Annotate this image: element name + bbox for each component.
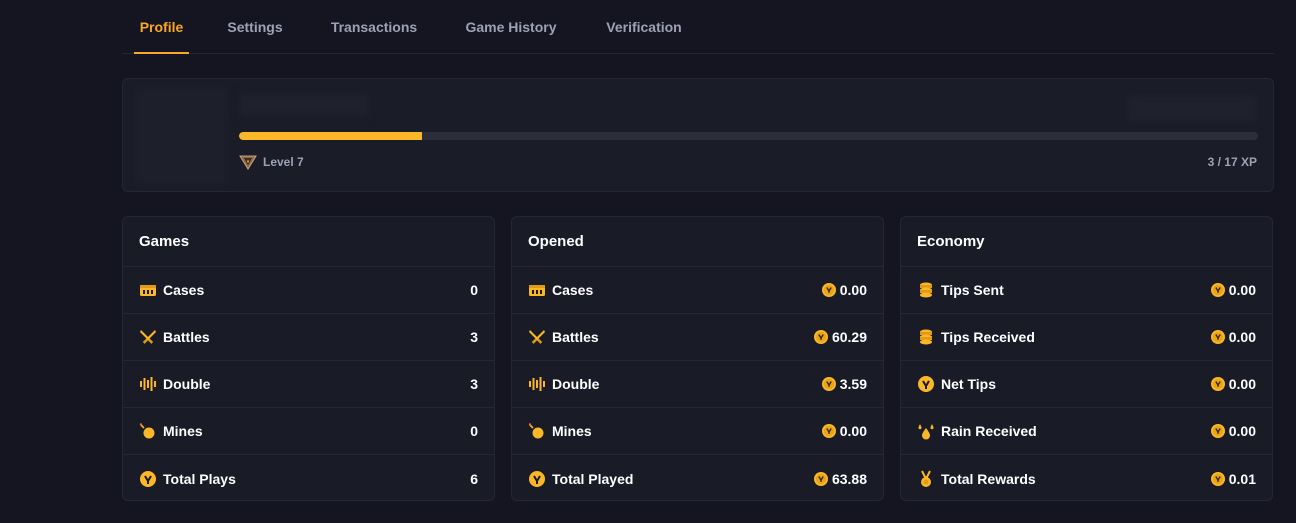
avatar xyxy=(133,87,229,185)
mines-icon xyxy=(528,422,546,440)
row-label: Rain Received xyxy=(941,423,1037,439)
tab-transactions[interactable]: Transactions xyxy=(329,0,419,54)
row-label: Total Played xyxy=(552,470,634,487)
games-row-battles: Battles 3 xyxy=(123,314,494,361)
coin-icon xyxy=(814,472,828,486)
rain-icon xyxy=(917,422,935,440)
coins-stack-icon xyxy=(917,328,935,346)
total-icon xyxy=(528,470,546,488)
xp-text: 3 / 17 XP xyxy=(1207,155,1257,169)
level-indicator: Level 7 xyxy=(239,153,304,171)
economy-card: Economy Tips Sent 0.00 Tips Received 0.0… xyxy=(900,216,1273,501)
mines-icon xyxy=(139,422,157,440)
row-value: 0.01 xyxy=(1228,470,1256,487)
coin-icon xyxy=(1211,377,1225,391)
profile-tabs: Profile Settings Transactions Game Histo… xyxy=(122,0,1274,54)
coins-stack-icon xyxy=(917,281,935,299)
row-label: Total Rewards xyxy=(941,470,1036,487)
coin-icon xyxy=(1211,472,1225,486)
case-icon xyxy=(528,281,546,299)
economy-row-total-rewards: Total Rewards 0.01 xyxy=(901,455,1272,501)
row-value: 0 xyxy=(470,282,478,298)
row-label: Tips Received xyxy=(941,329,1035,345)
total-icon xyxy=(917,375,935,393)
coin-icon xyxy=(822,283,836,297)
row-value: 0.00 xyxy=(1228,282,1256,298)
coin-icon xyxy=(1211,283,1225,297)
row-value: 3 xyxy=(470,329,478,345)
active-tab-underline xyxy=(134,52,189,54)
total-icon xyxy=(139,470,157,488)
double-icon xyxy=(528,375,546,393)
games-row-cases: Cases 0 xyxy=(123,267,494,314)
medal-icon xyxy=(917,470,935,488)
opened-row-mines: Mines 0.00 xyxy=(512,408,883,455)
row-label: Battles xyxy=(552,329,599,345)
row-value: 0.00 xyxy=(839,423,867,439)
economy-row-tips-received: Tips Received 0.00 xyxy=(901,314,1272,361)
opened-row-cases: Cases 0.00 xyxy=(512,267,883,314)
row-label: Double xyxy=(163,376,211,392)
double-icon xyxy=(139,375,157,393)
coin-icon xyxy=(822,377,836,391)
battles-icon xyxy=(528,328,546,346)
economy-row-rain-received: Rain Received 0.00 xyxy=(901,408,1272,455)
coin-icon xyxy=(1211,424,1225,438)
opened-row-total-played: Total Played 63.88 xyxy=(512,455,883,501)
row-value: 6 xyxy=(470,470,478,487)
tab-game-history[interactable]: Game History xyxy=(464,0,558,54)
games-row-total-plays: Total Plays 6 xyxy=(123,455,494,501)
row-value: 3 xyxy=(470,376,478,392)
economy-row-tips-sent: Tips Sent 0.00 xyxy=(901,267,1272,314)
case-icon xyxy=(139,281,157,299)
games-row-mines: Mines 0 xyxy=(123,408,494,455)
row-value: 0.00 xyxy=(1228,329,1256,345)
row-value: 60.29 xyxy=(831,329,867,345)
tab-transactions-label: Transactions xyxy=(330,19,418,35)
economy-card-title: Economy xyxy=(901,217,1272,267)
tab-settings-label: Settings xyxy=(227,19,283,35)
coin-icon xyxy=(822,424,836,438)
row-label: Mines xyxy=(552,423,592,439)
row-value: 63.88 xyxy=(831,470,867,487)
row-value: 0 xyxy=(470,423,478,439)
games-row-double: Double 3 xyxy=(123,361,494,408)
games-card: Games Cases 0 Battles 3 Double 3 Mines 0… xyxy=(122,216,495,501)
row-value: 3.59 xyxy=(839,376,867,392)
games-card-title: Games xyxy=(123,217,494,267)
row-label: Battles xyxy=(163,329,210,345)
row-label: Net Tips xyxy=(941,376,996,392)
profile-meta-blurred xyxy=(1127,95,1257,123)
coin-icon xyxy=(1211,330,1225,344)
row-label: Cases xyxy=(163,282,205,298)
xp-progress-fill xyxy=(239,132,423,140)
row-label: Cases xyxy=(552,282,594,298)
xp-progress-bar xyxy=(239,132,1258,140)
opened-row-battles: Battles 60.29 xyxy=(512,314,883,361)
tab-verification-label: Verification xyxy=(606,19,682,35)
username-blurred xyxy=(239,93,369,117)
row-label: Mines xyxy=(163,423,203,439)
row-label: Tips Sent xyxy=(941,282,1004,298)
tab-profile-label: Profile xyxy=(139,19,184,35)
row-label: Total Plays xyxy=(163,470,236,487)
level-label: Level 7 xyxy=(263,155,304,169)
opened-card-title: Opened xyxy=(512,217,883,267)
opened-row-double: Double 3.59 xyxy=(512,361,883,408)
level-badge-icon xyxy=(239,153,257,171)
row-label: Double xyxy=(552,376,600,392)
opened-card: Opened Cases 0.00 Battles 60.29 Double 3… xyxy=(511,216,884,501)
tab-profile[interactable]: Profile xyxy=(134,0,189,54)
economy-row-net-tips: Net Tips 0.00 xyxy=(901,361,1272,408)
battles-icon xyxy=(139,328,157,346)
row-value: 0.00 xyxy=(839,282,867,298)
coin-icon xyxy=(814,330,828,344)
tab-game-history-label: Game History xyxy=(465,19,557,35)
tab-verification[interactable]: Verification xyxy=(604,0,684,54)
row-value: 0.00 xyxy=(1228,423,1256,439)
row-value: 0.00 xyxy=(1228,376,1256,392)
profile-card: Level 7 3 / 17 XP xyxy=(122,78,1274,192)
tab-settings[interactable]: Settings xyxy=(225,0,285,54)
